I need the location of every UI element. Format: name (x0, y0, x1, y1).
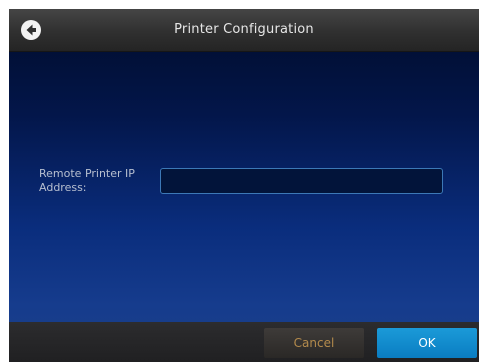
title-bar: Printer Configuration (9, 9, 479, 52)
back-button[interactable] (20, 19, 42, 41)
page-title: Printer Configuration (174, 22, 314, 37)
arrow-left-circle-icon (20, 19, 42, 41)
button-bar: Cancel OK (9, 322, 479, 362)
ok-button[interactable]: OK (377, 328, 477, 358)
printer-configuration-screen: Printer Configuration Remote Printer IP … (9, 9, 479, 362)
ip-address-label: Remote Printer IP Address: (39, 167, 135, 194)
cancel-button[interactable]: Cancel (264, 328, 364, 358)
ip-address-input[interactable] (160, 168, 443, 194)
